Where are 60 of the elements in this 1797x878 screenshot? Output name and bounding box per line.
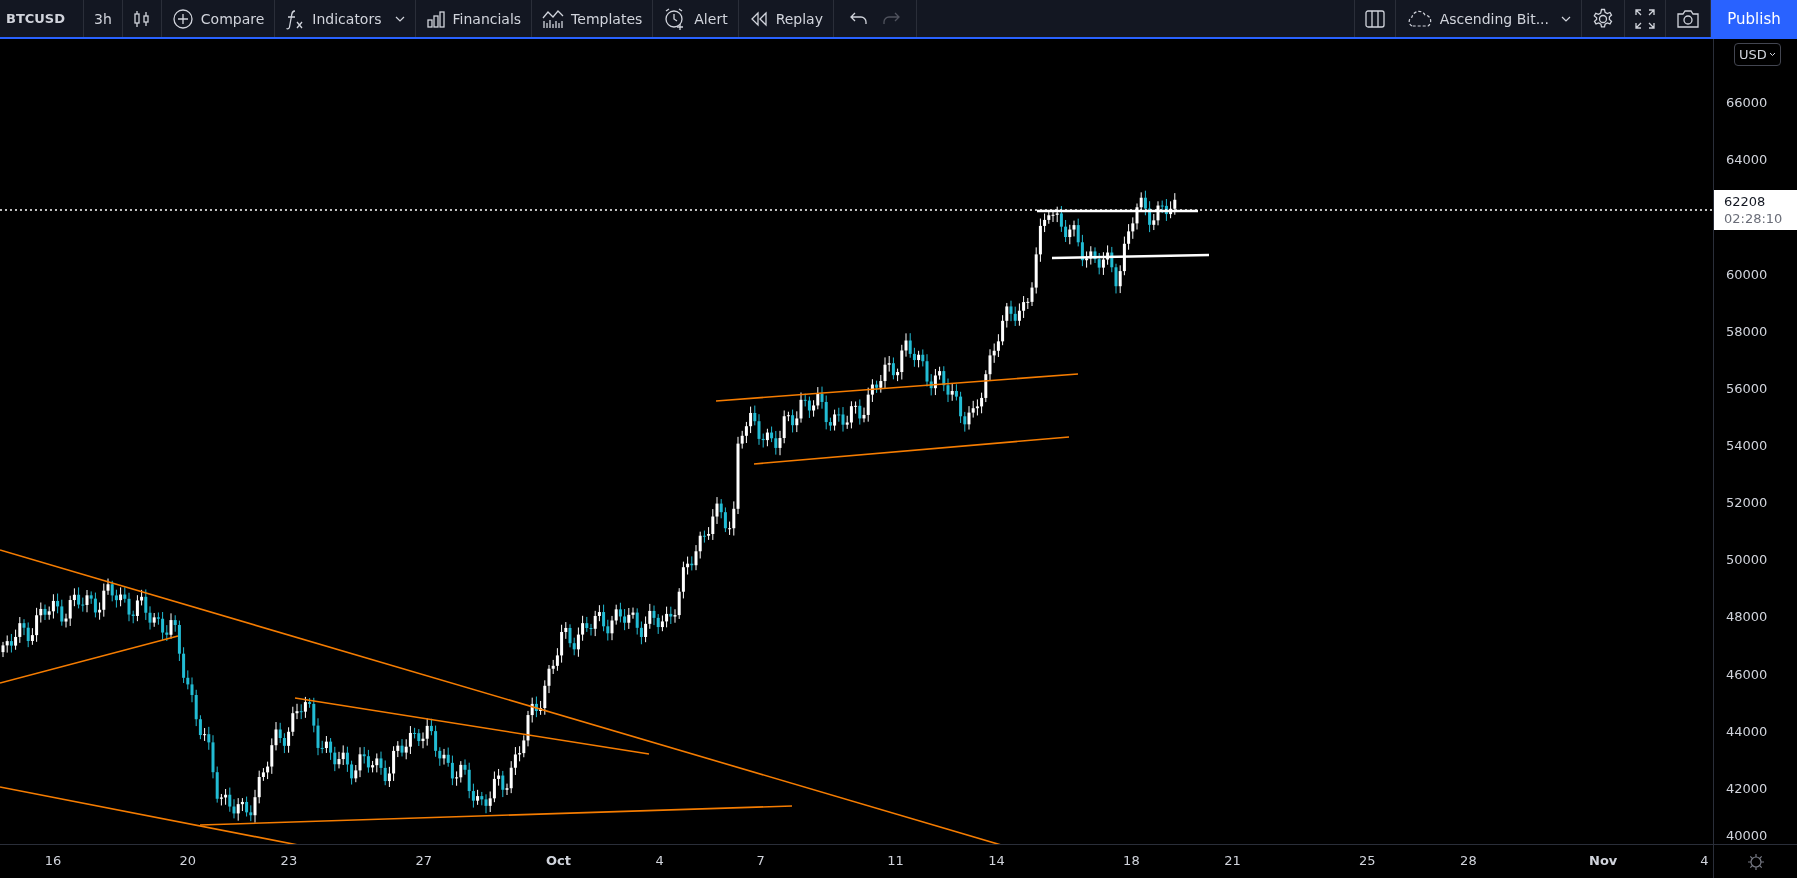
plus-circle-icon [171,7,194,30]
time-label: 7 [756,853,765,869]
price-label: 40000 [1726,828,1768,844]
settings-icon [1592,7,1614,30]
caret-icon [1768,52,1776,58]
price-label: 42000 [1726,781,1768,797]
caret-icon [394,15,405,22]
price-label: 52000 [1726,495,1768,511]
layout-name-button[interactable]: Ascending Bit... [1395,0,1582,38]
price-label: 54000 [1726,438,1768,454]
time-label: 14 [988,853,1005,869]
time-label: 4 [655,853,664,869]
time-label: 25 [1359,853,1376,869]
candlestick-icon [132,8,151,29]
price-label: 50000 [1726,552,1768,568]
symbol-label[interactable]: BTCUSD [0,0,85,38]
time-label: 11 [887,853,904,869]
time-label: 16 [44,853,62,869]
compare-button[interactable]: Compare [161,0,276,38]
caret-icon [1561,15,1571,22]
trend-line[interactable] [199,805,793,827]
price-label: 64000 [1726,152,1768,168]
price-label: 46000 [1726,667,1768,682]
camera-icon [1676,8,1700,29]
time-label: 18 [1123,853,1140,869]
interval-button[interactable]: 3h [84,0,123,38]
trend-line[interactable] [294,697,650,756]
price-label: 44000 [1726,724,1768,740]
fullscreen-icon [1635,8,1655,29]
settings-icon[interactable] [1746,852,1765,871]
bar-chart-icon [425,9,446,28]
columns-icon [1364,9,1385,28]
price-label: 60000 [1726,266,1768,282]
time-label: 20 [179,853,197,869]
templates-button[interactable]: Templates [532,0,654,38]
time-label: 23 [280,853,298,869]
time-label: 4 [1700,853,1709,869]
last-price: 62208 [1724,193,1767,211]
replay-button[interactable]: Replay [738,0,834,38]
price-label: 58000 [1726,324,1768,340]
financials-button[interactable]: Financials [415,0,533,38]
currency-button[interactable]: USD [1734,43,1781,67]
indicators-button[interactable]: Indicators [275,0,416,38]
time-label: 27 [415,853,432,869]
layout-button[interactable] [1353,0,1396,38]
countdown: 02:28:10 [1724,210,1784,228]
price-label: 48000 [1726,609,1768,625]
chart-pattern-icon [542,8,565,29]
price-label: 66000 [1726,95,1768,111]
time-label: Nov [1589,853,1618,869]
time-label: Oct [546,853,571,869]
trend-line[interactable] [753,436,1070,466]
trend-line[interactable] [0,635,179,685]
time-label: 21 [1224,853,1241,869]
trend-line[interactable] [715,373,1079,403]
time-label: 28 [1460,853,1477,869]
publish-button[interactable]: Publish [1711,0,1797,38]
price-label: 56000 [1726,381,1768,397]
undo-icon[interactable] [850,11,868,26]
alert-button[interactable]: Alert [653,0,739,38]
